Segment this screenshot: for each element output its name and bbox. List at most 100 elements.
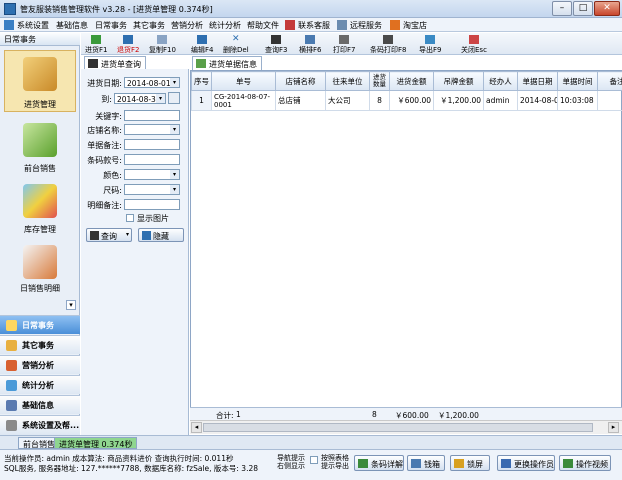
sticky-checkbox[interactable] xyxy=(310,456,318,464)
tab-order-query[interactable]: 进货单查询 xyxy=(84,56,146,70)
nav-item-pos[interactable]: 前台销售 xyxy=(4,117,76,175)
barcode-detail-button[interactable]: 条码详解 xyxy=(354,455,404,471)
menu-help[interactable]: 帮助文件 xyxy=(247,20,279,31)
scroll-left-button[interactable]: ◂ xyxy=(191,422,202,433)
section-marketing[interactable]: 营销分析 xyxy=(0,355,80,374)
col-header[interactable]: 进货数量 xyxy=(369,71,390,91)
copy-button[interactable]: 复制F10 xyxy=(149,35,176,55)
scroll-thumb[interactable] xyxy=(203,423,593,432)
horizontal-scrollbar[interactable]: ◂ ▸ xyxy=(190,420,622,434)
cell-amount: ￥600.00 xyxy=(389,90,434,111)
return-button[interactable]: 退货F2 xyxy=(117,35,139,55)
button-label: 退货F2 xyxy=(117,46,140,54)
col-header[interactable]: 吊牌金额 xyxy=(433,71,484,91)
copy-icon xyxy=(157,35,168,44)
horizontal-button[interactable]: 横排F6 xyxy=(299,35,321,55)
menu-daily-tasks[interactable]: 日常事务 xyxy=(95,20,127,31)
hint-line: 导航提示 xyxy=(277,454,305,462)
scroll-right-button[interactable]: ▸ xyxy=(608,422,619,433)
section-other-tasks[interactable]: 其它事务 xyxy=(0,335,80,354)
query-submit-button[interactable]: 查询 ▾ xyxy=(86,228,132,242)
export-button[interactable]: 导出F9 xyxy=(419,35,441,55)
footer-qty: 8 xyxy=(372,410,377,419)
nav-scroll-down-button[interactable]: ▾ xyxy=(66,300,76,310)
col-header[interactable]: 序号 xyxy=(191,71,212,91)
store-select[interactable]: ▾ xyxy=(124,124,180,135)
show-image-checkbox[interactable] xyxy=(126,214,134,222)
menu-basic-info[interactable]: 基础信息 xyxy=(56,20,88,31)
col-header[interactable]: 备注 xyxy=(597,71,622,91)
menu-other-tasks[interactable]: 其它事务 xyxy=(133,20,165,31)
section-label: 基础信息 xyxy=(22,401,54,410)
col-header[interactable]: 店铺名称 xyxy=(275,71,326,91)
col-header[interactable]: 单号 xyxy=(211,71,276,91)
section-statistics[interactable]: 统计分析 xyxy=(0,375,80,394)
nav-item-label: 进货管理 xyxy=(24,100,56,109)
menu-marketing-analysis[interactable]: 营销分析 xyxy=(171,20,203,31)
date-to-field[interactable]: 2014-08-31 ▾ xyxy=(114,93,166,104)
switch-operator-button[interactable]: 更换操作员 xyxy=(497,455,555,471)
menu-remote-service[interactable]: 远程服务 xyxy=(350,20,382,31)
tutorial-video-button[interactable]: 操作视频 xyxy=(559,455,611,471)
cash-drawer-button[interactable]: 钱箱 xyxy=(407,455,445,471)
order-note-input[interactable] xyxy=(124,139,180,150)
title-bar: 管友服装销售管理软件 v3.28 - [进货单管理 0.374秒] – □ ✕ xyxy=(0,0,622,18)
nav-hint[interactable]: 导航提示 右侧显示 xyxy=(276,454,306,470)
button-label: 操作视频 xyxy=(576,460,608,469)
nav-item-daily-sales[interactable]: 日销售明细 xyxy=(4,243,76,295)
tab-order-info[interactable]: 进货单据信息 xyxy=(192,56,262,70)
detail-note-input[interactable] xyxy=(124,199,180,210)
lock-screen-button[interactable]: 锁屏 xyxy=(450,455,490,471)
menu-taobao-shop[interactable]: 淘宝店 xyxy=(403,20,427,31)
hide-panel-button[interactable]: 隐藏 xyxy=(138,228,184,242)
remote-service-icon xyxy=(337,20,347,30)
col-header[interactable]: 往来单位 xyxy=(325,71,370,91)
calendar-icon[interactable] xyxy=(168,92,180,104)
date-from-field[interactable]: 2014-08-01 ▾ xyxy=(124,77,180,88)
color-select[interactable]: ▾ xyxy=(124,169,180,180)
binoculars-icon xyxy=(88,59,98,68)
barcode-input[interactable] xyxy=(124,154,180,165)
button-label: 锁屏 xyxy=(467,460,483,469)
section-icon xyxy=(6,400,17,411)
print-button[interactable]: 打印F7 xyxy=(333,35,355,55)
delete-button[interactable]: ✕ 删除Del xyxy=(223,35,249,55)
col-header[interactable]: 单据时间 xyxy=(557,71,598,91)
col-header[interactable]: 进货金额 xyxy=(389,71,434,91)
cell-partner: 大公司 xyxy=(325,90,370,111)
col-header[interactable]: 单据日期 xyxy=(517,71,558,91)
section-basic-info[interactable]: 基础信息 xyxy=(0,395,80,414)
toolbar: 进货F1 退货F2 复制F10 编辑F4 ✕ 删除Del 查询F3 横排F6 打印… xyxy=(81,33,622,55)
menu-statistics[interactable]: 统计分析 xyxy=(209,20,241,31)
menu-contact-support[interactable]: 联系客服 xyxy=(298,20,330,31)
nav-item-inventory[interactable]: 库存管理 xyxy=(4,180,76,238)
section-daily-tasks[interactable]: 日常事务 xyxy=(0,315,80,334)
button-label: 删除Del xyxy=(223,46,249,54)
section-system-help[interactable]: 系统设置及帮... xyxy=(0,415,80,435)
col-header[interactable]: 经办人 xyxy=(483,71,518,91)
barcode-print-button[interactable]: 条码打印F8 xyxy=(370,35,406,55)
close-button[interactable]: ✕ xyxy=(594,1,620,16)
maximize-button[interactable]: □ xyxy=(573,1,593,16)
bottom-tabbar: 前台销售 进货单管理 0.374秒 xyxy=(0,435,622,449)
button-label: 进货F1 xyxy=(85,46,108,54)
table-row[interactable]: 1 CG-2014-08-07-0001 总店铺 大公司 8 ￥600.00 ￥… xyxy=(191,90,622,111)
cell-tag-amount: ￥1,200.00 xyxy=(433,90,484,111)
keyword-input[interactable] xyxy=(124,110,180,121)
query-button[interactable]: 查询F3 xyxy=(265,35,287,55)
cell-order-no: CG-2014-08-07-0001 xyxy=(211,90,276,111)
button-label: 关闭Esc xyxy=(461,46,487,54)
nav-item-purchase[interactable]: 进货管理 xyxy=(4,50,76,112)
section-icon xyxy=(6,340,17,351)
bottom-tab-purchase[interactable]: 进货单管理 0.374秒 xyxy=(54,437,138,449)
add-icon xyxy=(91,35,102,44)
edit-button[interactable]: 编辑F4 xyxy=(191,35,213,55)
to-label: 到: xyxy=(101,95,112,104)
section-label: 统计分析 xyxy=(22,381,54,390)
purchase-button[interactable]: 进货F1 xyxy=(85,35,107,55)
minimize-button[interactable]: – xyxy=(552,1,572,16)
menu-system-settings[interactable]: 系统设置 xyxy=(17,20,49,31)
size-select[interactable]: ▾ xyxy=(124,184,180,195)
date-label: 进货日期: xyxy=(87,79,122,88)
close-tab-button[interactable]: 关闭Esc xyxy=(461,35,487,55)
